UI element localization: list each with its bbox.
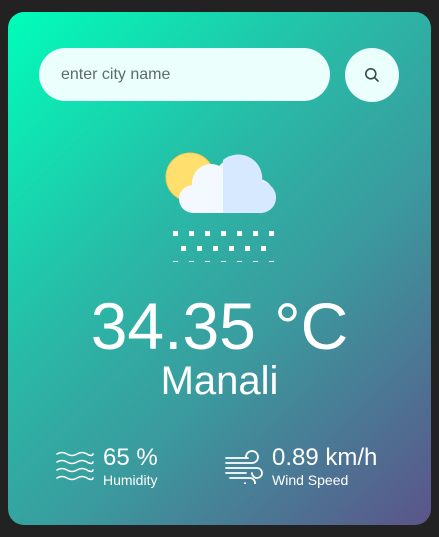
temperature: 34.35 °C [90,289,349,363]
humidity-value: 65 % [103,444,158,471]
humidity-text: 65 % Humidity [103,444,158,489]
wind-text: 0.89 km/h Wind Speed [272,444,377,489]
humidity-label: Humidity [103,472,158,488]
wind-value: 0.89 km/h [272,444,378,471]
city-name: Manali [160,359,279,403]
search-button[interactable] [345,48,399,102]
snow-cloud-sun-icon [165,152,277,262]
weather-card: 34.35 °C Manali 65 % Humidity [8,12,431,525]
search-icon [365,68,379,82]
wind-detail: 0.89 km/h Wind Speed [224,444,377,489]
humidity-detail: 65 % Humidity [55,444,158,489]
wind-icon [225,449,263,484]
wind-label: Wind Speed [272,472,349,488]
humidity-waves-icon [56,451,94,480]
city-search-input[interactable] [39,48,330,101]
